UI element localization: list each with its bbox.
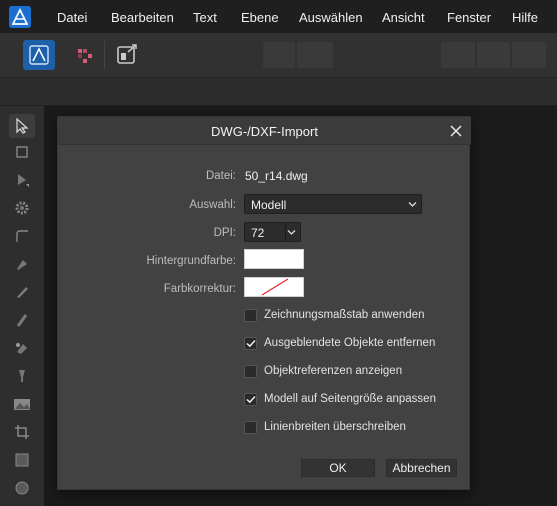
export-persona-button[interactable] (111, 40, 143, 70)
chevron-down-icon (287, 230, 296, 235)
transparency-tool-icon (19, 370, 25, 382)
menu-fenster[interactable]: Fenster (447, 10, 491, 26)
override-line-widths-option[interactable]: Linienbreiten überschreiben (244, 419, 406, 435)
disabled-tool-button[interactable] (263, 42, 295, 68)
designer-persona-button[interactable] (23, 40, 55, 70)
disabled-snap-button[interactable] (477, 42, 510, 68)
dpi-dropdown[interactable]: 72 (244, 222, 301, 242)
file-label: Datei: (205, 170, 236, 182)
fit-model-to-page-option[interactable]: Modell auf Seitengröße anpassen (244, 391, 436, 407)
gear-tool-icon (15, 201, 29, 215)
background-color-label: Hintergrundfarbe: (146, 255, 237, 267)
no-color-slash-icon (261, 278, 289, 296)
artboard-tool-icon (16, 146, 28, 158)
pixel-persona-icon (78, 49, 92, 63)
brush-tool[interactable] (9, 308, 35, 332)
app-window: Datei Bearbeiten Text Ebene Auswählen An… (0, 0, 557, 506)
override-line-widths-checkbox[interactable] (244, 420, 257, 434)
show-object-references-option[interactable]: Objektreferenzen anzeigen (244, 363, 402, 379)
color-correction-label: Farbkorrektur: (163, 283, 236, 295)
checkmark-icon (245, 339, 256, 347)
cancel-button[interactable]: Abbrechen (386, 459, 457, 477)
artboard-tool[interactable] (9, 140, 35, 164)
rectangle-tool-icon (15, 453, 29, 467)
dpi-label: DPI: (213, 227, 236, 239)
file-value: 50_r14.dwg (245, 169, 308, 183)
toolbar-separator (104, 41, 105, 69)
selection-label: Auswahl: (189, 199, 236, 211)
corner-tool-icon (16, 230, 28, 242)
menu-bearbeiten[interactable]: Bearbeiten (111, 10, 174, 26)
transparency-tool[interactable] (9, 364, 35, 388)
selection-value: Modell (251, 198, 287, 212)
corner-tool[interactable] (9, 224, 35, 248)
close-icon[interactable] (448, 123, 464, 139)
node-tool[interactable] (9, 168, 35, 192)
chevron-down-icon (408, 202, 417, 207)
pen-tool[interactable] (9, 252, 35, 276)
menu-datei[interactable]: Datei (57, 10, 87, 26)
move-tool[interactable] (9, 114, 35, 138)
dwg-dxf-import-dialog: DWG-/DXF-Import Datei: 50_r14.dwg Auswah… (57, 116, 471, 490)
dpi-value: 72 (251, 226, 265, 240)
remove-hidden-objects-checkbox[interactable] (244, 336, 257, 350)
toolbar (0, 33, 557, 78)
tools-panel (0, 106, 44, 506)
remove-hidden-objects-option[interactable]: Ausgeblendete Objekte entfernen (244, 335, 435, 351)
pencil-tool-icon (17, 287, 28, 298)
dialog-title: DWG-/DXF-Import (211, 124, 318, 139)
gear-tool[interactable] (9, 196, 35, 220)
place-image-tool[interactable] (9, 392, 35, 416)
show-object-references-label: Objektreferenzen anzeigen (264, 365, 403, 377)
show-object-references-checkbox[interactable] (244, 364, 257, 378)
pencil-tool[interactable] (9, 280, 35, 304)
crop-tool[interactable] (9, 420, 35, 444)
dpi-dropdown-divider (285, 223, 286, 241)
apply-drawing-scale-option[interactable]: Zeichnungsmaßstab anwenden (244, 307, 424, 323)
node-tool-icon (18, 174, 29, 187)
override-line-widths-label: Linienbreiten überschreiben (264, 421, 406, 433)
brush-tool-icon (16, 314, 28, 327)
crop-tool-icon (15, 425, 29, 439)
background-color-swatch[interactable] (244, 249, 304, 269)
export-persona-icon (117, 44, 137, 64)
pixel-persona-button[interactable] (68, 40, 100, 70)
fit-model-to-page-checkbox[interactable] (244, 392, 257, 406)
affinity-designer-persona-icon (29, 45, 49, 65)
color-correction-swatch[interactable] (244, 277, 304, 297)
affinity-logo-icon[interactable] (9, 6, 31, 28)
menu-ansicht[interactable]: Ansicht (382, 10, 425, 26)
apply-drawing-scale-checkbox[interactable] (244, 308, 257, 322)
context-toolbar (0, 78, 557, 106)
ellipse-tool[interactable] (9, 476, 35, 500)
pen-tool-icon (17, 260, 27, 270)
ellipse-tool-icon (15, 481, 29, 495)
menu-text[interactable]: Text (193, 10, 217, 26)
fit-model-to-page-label: Modell auf Seitengröße anpassen (264, 393, 436, 405)
fill-tool-icon (16, 343, 27, 354)
ok-button[interactable]: OK (301, 459, 375, 477)
rectangle-tool[interactable] (9, 448, 35, 472)
fill-tool[interactable] (9, 336, 35, 360)
remove-hidden-objects-label: Ausgeblendete Objekte entfernen (264, 337, 436, 349)
disabled-snap-button[interactable] (512, 42, 546, 68)
dialog-titlebar: DWG-/DXF-Import (58, 117, 471, 145)
disabled-snap-button[interactable] (441, 42, 475, 68)
menu-ebene[interactable]: Ebene (241, 10, 279, 26)
menu-hilfe[interactable]: Hilfe (512, 10, 538, 26)
apply-drawing-scale-label: Zeichnungsmaßstab anwenden (264, 309, 425, 321)
disabled-tool-button[interactable] (297, 42, 333, 68)
selection-dropdown[interactable]: Modell (244, 194, 422, 214)
checkmark-icon (245, 395, 256, 403)
place-image-tool-icon (14, 399, 30, 410)
menu-auswaehlen[interactable]: Auswählen (299, 10, 363, 26)
move-tool-icon (16, 118, 29, 134)
menu-bar: Datei Bearbeiten Text Ebene Auswählen An… (0, 0, 557, 33)
